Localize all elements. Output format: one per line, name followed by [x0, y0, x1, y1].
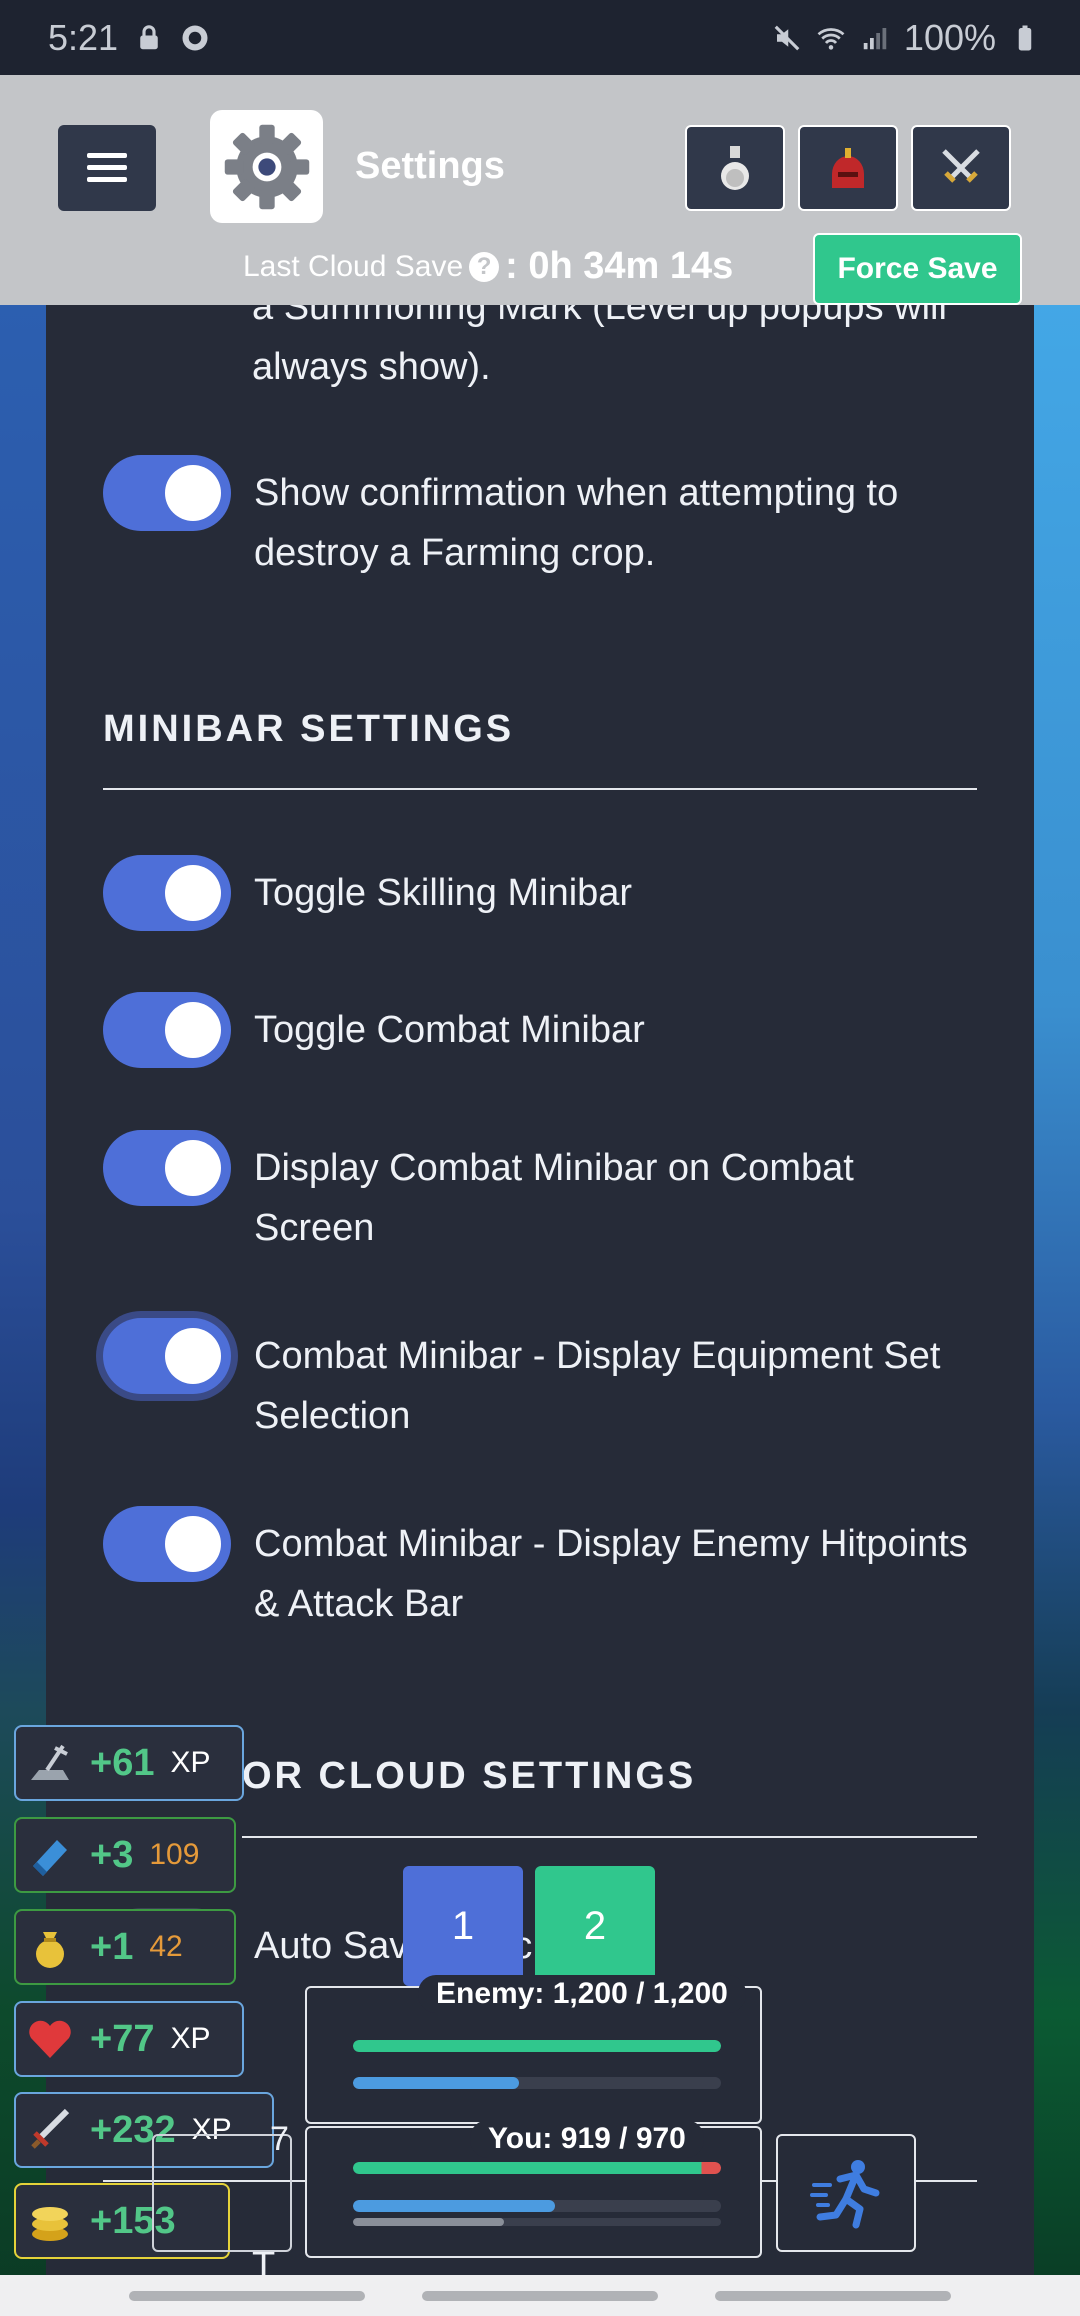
system-navigation-bar — [0, 2275, 1080, 2316]
setting-label: Combat Minibar - Display Equipment Set S… — [254, 1335, 941, 1437]
xp-notification: +77 XP — [14, 2001, 244, 2077]
lock-icon — [140, 24, 158, 49]
gold-coins-icon — [26, 2197, 74, 2245]
nav-back-button[interactable] — [715, 2290, 952, 2301]
force-save-button[interactable]: Force Save — [813, 233, 1022, 305]
toggle-switch[interactable] — [103, 455, 231, 531]
app-notification-icon — [182, 25, 208, 50]
crossed-swords-icon — [942, 149, 980, 183]
running-man-icon — [810, 2160, 880, 2229]
potion-icon — [721, 146, 749, 190]
nav-home-button[interactable] — [421, 2290, 658, 2301]
pickaxe-icon — [26, 1739, 74, 1787]
setting-equipment-set-selection: Combat Minibar - Display Equipment Set S… — [103, 1318, 983, 1446]
nav-recent-button[interactable] — [128, 2290, 365, 2301]
player-hp-bar — [353, 2162, 721, 2174]
section-divider — [242, 1836, 977, 1838]
xp-notification: +61 XP — [14, 1725, 244, 1801]
notification-suffix: XP — [170, 2022, 211, 2055]
status-bar: 5:21 100% — [0, 0, 1080, 75]
toggle-switch[interactable] — [103, 855, 231, 931]
player-secondary-bar — [353, 2218, 721, 2226]
background-right-strip — [1034, 300, 1080, 2316]
last-cloud-save: Last Cloud Save ? : 0h 34m 14s — [243, 245, 733, 288]
notification-count: 42 — [149, 1930, 183, 1963]
notification-amount: +61 — [90, 1741, 155, 1784]
setting-label: Toggle Skilling Minibar — [254, 872, 633, 914]
helmet-icon — [832, 148, 864, 188]
setting-label: Toggle Combat Minibar — [254, 1009, 645, 1051]
setting-farming-confirm: Show confirmation when attempting to des… — [103, 455, 983, 583]
run-button[interactable] — [776, 2134, 916, 2252]
enemy-attack-bar — [353, 2077, 721, 2089]
equipment-set-1-button[interactable]: 1 — [403, 1866, 523, 1986]
equipment-button[interactable] — [798, 125, 898, 211]
mute-icon — [774, 25, 800, 50]
equipment-set-2-button[interactable]: 2 — [535, 1866, 655, 1986]
wifi-icon — [817, 27, 845, 50]
sword-icon — [26, 2106, 74, 2154]
page-title: Settings — [355, 145, 505, 187]
notification-amount: +77 — [90, 2017, 155, 2060]
toggle-switch[interactable] — [103, 992, 231, 1068]
player-hp-fill — [353, 2162, 721, 2174]
player-attack-fill — [353, 2200, 556, 2212]
enemy-hp-bar — [353, 2040, 721, 2052]
battery-icon — [1018, 25, 1032, 50]
status-time: 5:21 — [48, 16, 119, 58]
setting-toggle-skilling-minibar: Toggle Skilling Minibar — [103, 855, 983, 931]
setting-enemy-hitpoints-bar: Combat Minibar - Display Enemy Hitpoints… — [103, 1506, 983, 1634]
help-icon[interactable]: ? — [469, 251, 500, 282]
menu-button[interactable] — [58, 125, 156, 211]
setting-label: Display Combat Minibar on Combat Screen — [254, 1147, 854, 1249]
last-cloud-save-label: Last Cloud Save — [243, 249, 464, 283]
item-notification: +3 109 — [14, 1817, 236, 1893]
battery-percent: 100% — [903, 16, 996, 58]
last-cloud-save-time: : 0h 34m 14s — [505, 245, 734, 287]
settings-page-icon — [210, 110, 323, 223]
section-divider — [103, 788, 977, 790]
menu-icon — [87, 153, 127, 182]
combat-button[interactable] — [911, 125, 1011, 211]
notification-amount: +3 — [90, 1833, 134, 1876]
signal-icon — [863, 27, 887, 49]
notification-count: 109 — [149, 1838, 200, 1871]
toggle-switch[interactable] — [103, 1506, 231, 1582]
minibar-partial-number: 7 — [270, 2120, 289, 2158]
player-secondary-fill — [353, 2218, 504, 2226]
toggle-switch[interactable] — [103, 1130, 231, 1206]
toggle-switch[interactable] — [103, 1318, 231, 1394]
enemy-attack-fill — [353, 2077, 519, 2089]
notification-suffix: XP — [170, 1746, 211, 1779]
potion-button[interactable] — [685, 125, 785, 211]
section-title-cloud: OR CLOUD SETTINGS — [242, 1755, 697, 1797]
player-hitpoints-label: You: 919 / 970 — [470, 2120, 704, 2158]
setting-label-clipped: a Summoning Mark (Level up popups will a… — [252, 305, 947, 388]
blue-gem-icon — [26, 1831, 74, 1879]
heart-icon — [26, 2015, 74, 2063]
app-header: Settings Last Cloud Save ? : 0h 34m 14s … — [0, 75, 1080, 305]
setting-display-combat-minibar: Display Combat Minibar on Combat Screen — [103, 1130, 983, 1258]
gear-icon — [224, 124, 309, 209]
notification-amount: +1 — [90, 1925, 134, 1968]
enemy-hitpoints-label: Enemy: 1,200 / 1,200 — [418, 1975, 746, 2013]
enemy-hp-fill — [353, 2040, 721, 2052]
setting-toggle-combat-minibar: Toggle Combat Minibar — [103, 992, 983, 1068]
money-bag-icon — [26, 1923, 74, 1971]
item-notification: +1 42 — [14, 1909, 236, 1985]
player-attack-bar — [353, 2200, 721, 2212]
setting-label-part: Auto Sav — [254, 1925, 409, 1967]
setting-label: Combat Minibar - Display Enemy Hitpoints… — [254, 1523, 968, 1625]
setting-label: Show confirmation when attempting to des… — [254, 472, 899, 574]
section-title-minibar: MINIBAR SETTINGS — [103, 708, 515, 750]
